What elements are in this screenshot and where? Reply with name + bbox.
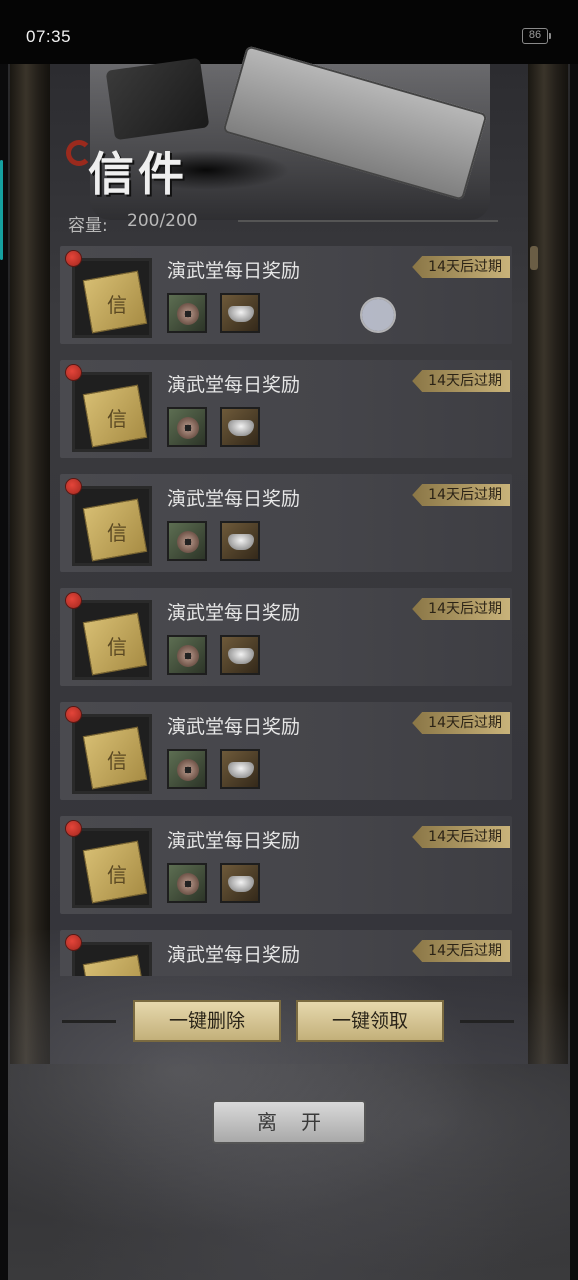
copper-coin-icon[interactable]	[167, 863, 207, 903]
left-divider	[62, 1020, 116, 1023]
mail-item[interactable]: 信 演武堂每日奖励 14天后过期	[60, 588, 512, 686]
capacity-value: 200/200	[127, 211, 198, 231]
mail-item[interactable]: 信 演武堂每日奖励 14天后过期	[60, 474, 512, 572]
unread-dot-icon	[66, 479, 81, 494]
mail-title: 演武堂每日奖励	[167, 716, 301, 738]
touch-indicator	[362, 299, 394, 331]
unread-dot-icon	[66, 707, 81, 722]
expiry-badge: 14天后过期	[412, 598, 510, 620]
mail-list[interactable]: 信 演武堂每日奖励 14天后过期 信 演武堂每日奖励 14天后过期 信 演武堂每…	[60, 246, 512, 976]
page-title: 信件	[88, 147, 188, 201]
mail-title: 演武堂每日奖励	[167, 830, 301, 852]
header-divider	[238, 220, 498, 222]
copper-coin-icon[interactable]	[167, 293, 207, 333]
status-time: 07:35	[26, 27, 72, 46]
right-pillar-scrollbar[interactable]	[528, 64, 568, 1064]
edge-accent	[0, 160, 3, 260]
delete-all-button[interactable]: 一键删除	[133, 1000, 281, 1042]
mail-item[interactable]: 信 演武堂每日奖励 14天后过期	[60, 360, 512, 458]
letter-icon: 信	[72, 372, 152, 452]
unread-dot-icon	[66, 935, 81, 950]
mail-item[interactable]: 信 演武堂每日奖励 14天后过期	[60, 702, 512, 800]
silver-ingot-icon[interactable]	[220, 863, 260, 903]
copper-coin-icon[interactable]	[167, 635, 207, 675]
letter-icon: 信	[72, 942, 152, 976]
letter-icon: 信	[72, 600, 152, 680]
letter-icon: 信	[72, 714, 152, 794]
silver-ingot-icon[interactable]	[220, 293, 260, 333]
silver-ingot-icon[interactable]	[220, 521, 260, 561]
left-pillar	[10, 64, 50, 1064]
unread-dot-icon	[66, 593, 81, 608]
silver-ingot-icon[interactable]	[220, 749, 260, 789]
leave-button[interactable]: 离开	[212, 1100, 366, 1144]
mail-item[interactable]: 信 演武堂每日奖励 14天后过期	[60, 816, 512, 914]
expiry-badge: 14天后过期	[412, 484, 510, 506]
silver-ingot-icon[interactable]	[220, 407, 260, 447]
unread-dot-icon	[66, 821, 81, 836]
expiry-badge: 14天后过期	[412, 256, 510, 278]
battery-icon: 86	[522, 28, 551, 44]
capacity-label: 容量:	[68, 216, 108, 236]
letter-icon: 信	[72, 828, 152, 908]
mail-title: 演武堂每日奖励	[167, 602, 301, 624]
expiry-badge: 14天后过期	[412, 826, 510, 848]
expiry-badge: 14天后过期	[412, 940, 510, 962]
letter-icon: 信	[72, 486, 152, 566]
unread-dot-icon	[66, 365, 81, 380]
copper-coin-icon[interactable]	[167, 407, 207, 447]
mail-item[interactable]: 信 演武堂每日奖励 14天后过期	[60, 930, 512, 976]
mail-title: 演武堂每日奖励	[167, 260, 301, 282]
copper-coin-icon[interactable]	[167, 749, 207, 789]
claim-all-button[interactable]: 一键领取	[296, 1000, 444, 1042]
mail-title: 演武堂每日奖励	[167, 944, 301, 966]
silver-ingot-icon[interactable]	[220, 635, 260, 675]
mail-screen: 07:35 86 信件 容量: 200/200 信 演武堂每日奖励 14天后过期	[0, 0, 578, 1280]
expiry-badge: 14天后过期	[412, 370, 510, 392]
book-illustration	[105, 57, 210, 141]
status-bar: 07:35 86	[0, 0, 578, 64]
mail-title: 演武堂每日奖励	[167, 488, 301, 510]
mail-item[interactable]: 信 演武堂每日奖励 14天后过期	[60, 246, 512, 344]
mail-title: 演武堂每日奖励	[167, 374, 301, 396]
letter-icon: 信	[72, 258, 152, 338]
unread-dot-icon	[66, 251, 81, 266]
copper-coin-icon[interactable]	[167, 521, 207, 561]
expiry-badge: 14天后过期	[412, 712, 510, 734]
right-divider	[460, 1020, 514, 1023]
